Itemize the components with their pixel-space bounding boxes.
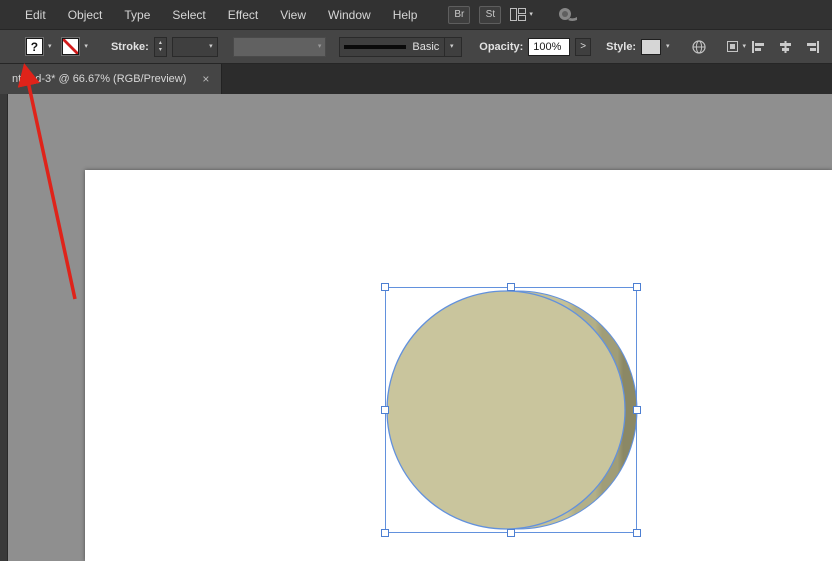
brush-stroke-preview	[344, 44, 407, 49]
brush-name-label: Basic	[412, 40, 440, 53]
workspace	[0, 94, 832, 561]
align-left-button[interactable]	[751, 40, 766, 54]
arrange-dropdown-button[interactable]: ▾	[726, 40, 747, 53]
style-swatch[interactable]	[641, 38, 662, 55]
width-profile-dropdown[interactable]: ▾	[232, 36, 327, 57]
arrange-icon	[726, 41, 738, 52]
unknown-fill-label: ?	[30, 39, 39, 54]
opacity-input[interactable]: 100%	[528, 37, 571, 56]
menubar: Edit Object Type Select Effect View Wind…	[0, 0, 832, 30]
align-center-button[interactable]	[778, 40, 793, 54]
fill-chevron-down-icon[interactable]: ▾	[48, 43, 52, 50]
menu-select[interactable]: Select	[161, 8, 216, 22]
align-right-button[interactable]	[805, 40, 820, 54]
illustrator-window: Edit Object Type Select Effect View Wind…	[0, 0, 832, 561]
stroke-label: Stroke:	[110, 40, 149, 53]
chevron-down-icon: ▾	[209, 43, 213, 50]
menu-effect[interactable]: Effect	[217, 8, 269, 22]
sync-icon[interactable]	[556, 7, 578, 22]
fill-color-swatch[interactable]: ?	[26, 38, 43, 55]
artboard[interactable]	[85, 170, 832, 561]
globe-icon[interactable]	[691, 39, 707, 55]
workspace-icon	[510, 8, 527, 21]
menu-type[interactable]: Type	[113, 8, 161, 22]
workspace-switcher-button[interactable]: ▾	[510, 8, 533, 21]
style-chevron-down-icon[interactable]: ▾	[666, 43, 670, 50]
stepper-down-icon: ▾	[158, 47, 162, 53]
chevron-down-icon: ▾	[317, 43, 322, 50]
chevron-down-icon: ▾	[450, 43, 454, 50]
menu-help[interactable]: Help	[382, 8, 429, 22]
control-bar: ? ▾ ▾ Stroke: ▴ ▾ ▾ ▾ Basic ▾ Opacity: 1…	[0, 30, 832, 64]
style-label: Style:	[606, 40, 637, 53]
document-tab-bar: ntitled-3* @ 66.67% (RGB/Preview) ×	[0, 64, 832, 94]
document-tab-title: ntitled-3* @ 66.67% (RGB/Preview)	[12, 73, 187, 85]
tools-panel-edge	[0, 94, 8, 561]
menu-window[interactable]: Window	[317, 8, 382, 22]
chevron-down-icon: ▾	[529, 11, 533, 18]
stroke-weight-stepper[interactable]: ▴ ▾	[153, 36, 167, 57]
document-tab[interactable]: ntitled-3* @ 66.67% (RGB/Preview) ×	[0, 64, 223, 94]
opacity-expand-button[interactable]: >	[575, 37, 592, 56]
stroke-color-swatch[interactable]	[62, 38, 80, 55]
align-group	[751, 40, 824, 54]
menu-object[interactable]: Object	[57, 8, 114, 22]
tab-close-icon[interactable]: ×	[202, 72, 209, 86]
stroke-weight-dropdown[interactable]: ▾	[171, 36, 218, 57]
menu-edit[interactable]: Edit	[14, 8, 57, 22]
stock-button[interactable]: St	[479, 5, 502, 24]
brush-chevron-button[interactable]: ▾	[444, 37, 458, 56]
stroke-chevron-down-icon[interactable]: ▾	[84, 43, 88, 50]
chevron-down-icon: ▾	[742, 43, 747, 50]
menu-view[interactable]: View	[269, 8, 317, 22]
brush-definition-dropdown[interactable]: Basic ▾	[339, 36, 463, 57]
bridge-button[interactable]: Br	[448, 5, 471, 24]
stepper-up-icon: ▴	[158, 40, 162, 46]
opacity-label: Opacity:	[479, 40, 524, 53]
